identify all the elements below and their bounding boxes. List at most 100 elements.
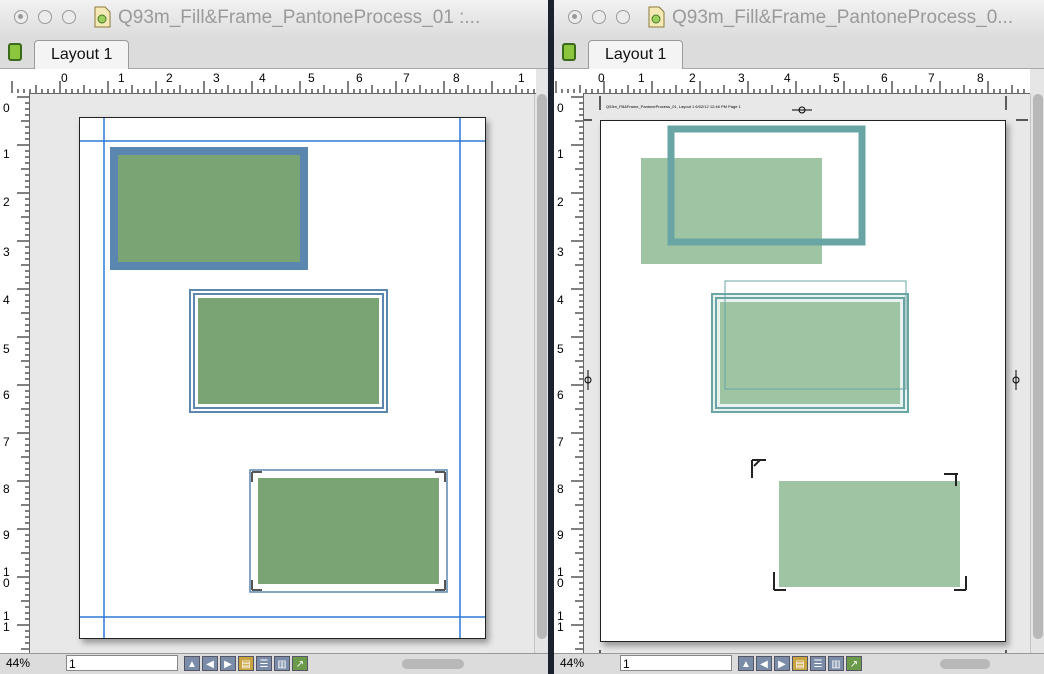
v-ruler-label: 1 (3, 147, 10, 161)
tab-layout-1[interactable]: Layout 1 (34, 40, 130, 69)
v-ruler-label: 1 1 (557, 609, 564, 634)
v-ruler-label: 3 (557, 245, 564, 259)
window-title: Q93m_Fill&Frame_PantoneProcess_01 :... (118, 7, 481, 28)
v-ruler-label: 2 (557, 195, 564, 209)
layout-canvas[interactable]: Q93m_Fill&Frame_PantoneProcess_01, Layou… (584, 94, 1030, 654)
left-document-window: Q93m_Fill&Frame_PantoneProcess_01 :... L… (0, 0, 548, 674)
h-ruler-label: 3 (213, 71, 220, 85)
h-ruler-label: 6 (881, 71, 888, 85)
page-items (80, 118, 485, 638)
v-ruler-label: 2 (3, 195, 10, 209)
vertical-scrollbar[interactable] (534, 94, 548, 654)
page-up-icon[interactable]: ▲ (184, 656, 200, 671)
h-ruler-label: 2 (689, 71, 696, 85)
vertical-ruler[interactable]: 0 1 2 3 4 5 6 7 8 9 1 0 1 1 (0, 93, 30, 654)
vertical-scrollbar[interactable] (1030, 94, 1044, 654)
h-ruler-label: 7 (403, 71, 410, 85)
split-vertical-icon[interactable]: ▥ (274, 656, 290, 671)
v-ruler-label: 0 (557, 101, 564, 115)
page-view-icon[interactable]: ▤ (238, 656, 254, 671)
v-ruler-label: 8 (3, 482, 10, 496)
split-vertical-icon[interactable]: ▥ (828, 656, 844, 671)
h-ruler-label: 3 (738, 71, 745, 85)
box-1-fill[interactable] (118, 155, 300, 262)
status-bar: 44% 1 ▲ ◀ ▶ ▤ ☰ ▥ ↗ (554, 653, 1044, 674)
registration-mark-right (1012, 370, 1020, 390)
export-icon[interactable]: ↗ (846, 656, 862, 671)
close-icon[interactable] (14, 10, 28, 24)
h-ruler-label: 4 (259, 71, 266, 85)
v-ruler-label: 7 (3, 435, 10, 449)
right-document-window: Q93m_Fill&Frame_PantoneProcess_0... Layo… (554, 0, 1044, 674)
zoom-icon[interactable] (62, 10, 76, 24)
status-bar: 44% 1 ▲ ◀ ▶ ▤ ☰ ▥ ↗ (0, 653, 548, 674)
layout-tab-bar: Layout 1 (554, 38, 1044, 69)
box-3-fill[interactable] (779, 481, 960, 587)
page-number-field[interactable]: 1 (66, 655, 178, 671)
v-ruler-label: 1 0 (3, 565, 10, 590)
registration-mark-top (792, 106, 812, 114)
horizontal-ruler[interactable]: 0 1 2 3 4 5 6 7 8 1 (0, 69, 536, 94)
next-page-icon[interactable]: ▶ (220, 656, 236, 671)
horizontal-ruler[interactable]: 0 1 2 3 4 5 6 7 8 (554, 69, 1030, 94)
h-ruler-label: 5 (308, 71, 315, 85)
v-ruler-label: 4 (557, 293, 564, 307)
minimize-icon[interactable] (592, 10, 606, 24)
zoom-icon[interactable] (616, 10, 630, 24)
split-horizontal-icon[interactable]: ☰ (810, 656, 826, 671)
titlebar[interactable]: Q93m_Fill&Frame_PantoneProcess_01 :... (0, 0, 548, 39)
horizontal-ruler-ticks (555, 81, 1025, 93)
v-ruler-label: 1 1 (3, 609, 10, 634)
h-ruler-label: 2 (166, 71, 173, 85)
titlebar[interactable]: Q93m_Fill&Frame_PantoneProcess_0... (554, 0, 1044, 39)
layout-tab-bar: Layout 1 (0, 38, 548, 69)
export-icon[interactable]: ↗ (292, 656, 308, 671)
h-ruler-label: 5 (833, 71, 840, 85)
document-icon (94, 6, 111, 28)
split-horizontal-icon[interactable]: ☰ (256, 656, 272, 671)
vertical-scroll-thumb[interactable] (537, 94, 547, 639)
h-ruler-label: 1 (638, 71, 645, 85)
v-ruler-label: 0 (3, 101, 10, 115)
v-ruler-label: 9 (557, 528, 564, 542)
previous-page-icon[interactable]: ◀ (202, 656, 218, 671)
horizontal-scroll-thumb[interactable] (940, 659, 990, 669)
v-ruler-label: 1 0 (557, 565, 564, 590)
page-number-field[interactable]: 1 (620, 655, 732, 671)
h-ruler-label: 1 (518, 71, 525, 85)
v-ruler-label: 1 (557, 147, 564, 161)
slug-text: Q93m_Fill&Frame_PantoneProcess_01, Layou… (606, 104, 742, 109)
document-icon (648, 6, 665, 28)
zoom-field[interactable]: 44% (6, 656, 30, 670)
window-title: Q93m_Fill&Frame_PantoneProcess_0... (672, 7, 1014, 28)
h-ruler-label: 1 (118, 71, 125, 85)
box-3-fill[interactable] (258, 478, 439, 584)
zoom-field[interactable]: 44% (560, 656, 584, 670)
h-ruler-label: 8 (977, 71, 984, 85)
next-page-icon[interactable]: ▶ (774, 656, 790, 671)
page-up-icon[interactable]: ▲ (738, 656, 754, 671)
page-view-icon[interactable]: ▤ (792, 656, 808, 671)
page-items: Q93m_Fill&Frame_PantoneProcess_01, Layou… (584, 96, 1028, 654)
layout-tab-icon (8, 43, 22, 61)
v-ruler-label: 3 (3, 245, 10, 259)
box-2-fill[interactable] (198, 298, 379, 404)
h-ruler-label: 8 (453, 71, 460, 85)
previous-page-icon[interactable]: ◀ (756, 656, 772, 671)
vertical-scroll-thumb[interactable] (1033, 94, 1043, 639)
horizontal-scroll-thumb[interactable] (402, 659, 464, 669)
v-ruler-label: 6 (557, 388, 564, 402)
v-ruler-label: 9 (3, 528, 10, 542)
h-ruler-label: 4 (784, 71, 791, 85)
layout-tab-icon (562, 43, 576, 61)
minimize-icon[interactable] (38, 10, 52, 24)
vertical-ruler[interactable]: 0 1 2 3 4 5 6 7 8 9 1 0 1 1 (554, 93, 584, 654)
tab-layout-1[interactable]: Layout 1 (588, 40, 684, 69)
v-ruler-label: 8 (557, 482, 564, 496)
registration-mark-left (584, 370, 592, 390)
v-ruler-label: 4 (3, 293, 10, 307)
v-ruler-label: 5 (557, 342, 564, 356)
h-ruler-label: 0 (598, 71, 605, 85)
layout-canvas[interactable] (30, 94, 536, 654)
close-icon[interactable] (568, 10, 582, 24)
